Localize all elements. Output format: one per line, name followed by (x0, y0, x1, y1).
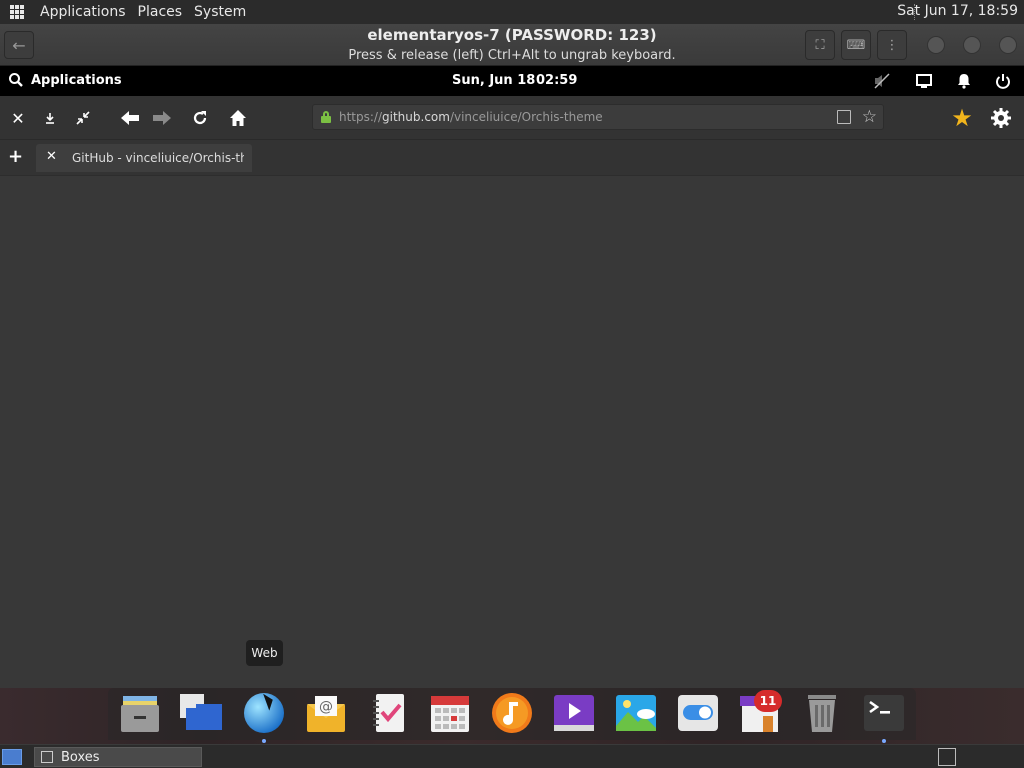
dock-files[interactable] (119, 692, 161, 734)
taskbar-boxes-window[interactable]: Boxes (34, 747, 202, 767)
boxes-app-icon (41, 751, 53, 763)
dock-multitasking-view[interactable] (180, 692, 222, 734)
lock-icon (321, 111, 331, 123)
host-clock[interactable]: Sat Jun 17, 18:59 (897, 3, 1018, 19)
dock-tooltip: Web (246, 640, 283, 666)
url-host: github.com (382, 110, 450, 124)
browser-toolbar: ✕ https://github.com/vinceliuice/Orchis-… (0, 96, 1024, 140)
keyboard-icon: ⌨ (846, 37, 866, 53)
videos-icon (554, 695, 594, 731)
running-indicator (262, 739, 266, 743)
menu-button[interactable]: ⋮ (877, 30, 907, 60)
tab-bar: + ✕ GitHub - vinceliuice/Orchis-theme (0, 140, 1024, 176)
dock-photos[interactable] (615, 692, 657, 734)
close-window-button[interactable] (999, 36, 1017, 54)
reader-mode-icon[interactable] (837, 110, 851, 124)
svg-text:@: @ (319, 699, 333, 715)
guest-date[interactable]: Sun, Jun 18 (452, 73, 535, 88)
url-bar[interactable]: https://github.com/vinceliuice/Orchis-th… (312, 104, 884, 130)
mail-icon: @ (307, 696, 345, 732)
maximize-button[interactable] (963, 36, 981, 54)
calendar-icon (431, 696, 469, 732)
unfullscreen-icon[interactable] (71, 106, 95, 130)
url-path: /vinceliuice/Orchis-theme (449, 110, 603, 124)
tasks-icon (373, 694, 404, 732)
keyboard-button[interactable]: ⌨ (841, 30, 871, 60)
multitasking-view-icon (180, 694, 222, 730)
navigate-back-icon[interactable] (118, 106, 142, 130)
dock-mail[interactable]: @ (305, 692, 347, 734)
show-desktop-icon[interactable] (2, 749, 22, 765)
web-content[interactable] (0, 176, 1024, 688)
settings-toggle-icon (678, 695, 718, 731)
search-icon (9, 73, 23, 87)
music-icon (492, 693, 532, 733)
url-scheme: https:// (339, 110, 383, 124)
navigate-forward-icon[interactable] (150, 106, 174, 130)
new-tab-plus-icon[interactable]: + (8, 146, 23, 167)
tab-github[interactable]: ✕ GitHub - vinceliuice/Orchis-theme (36, 144, 252, 172)
sound-muted-icon[interactable] (873, 72, 891, 90)
dock-system-settings[interactable] (677, 692, 719, 734)
guest-applications-menu[interactable]: Applications (8, 72, 122, 88)
host-top-panel: Applications Places System Sat Jun 17, 1… (0, 0, 1024, 24)
apps-grid-icon[interactable] (10, 5, 24, 19)
dock-terminal[interactable] (863, 692, 905, 734)
download-icon[interactable] (38, 106, 62, 130)
dock-music[interactable] (491, 692, 533, 734)
dock-calendar[interactable] (429, 692, 471, 734)
host-taskbar: Boxes (0, 744, 1024, 768)
taskbar-task-label: Boxes (61, 749, 100, 765)
dock-videos[interactable] (553, 692, 595, 734)
reload-icon[interactable] (188, 106, 212, 130)
workspace-switcher-icon[interactable] (938, 748, 956, 766)
host-menu-system[interactable]: System (188, 4, 252, 20)
bookmark-star-icon[interactable]: ☆ (862, 107, 877, 127)
trash-icon (808, 695, 836, 732)
boxes-header-bar: ← elementaryos-7 (PASSWORD: 123) Press &… (0, 24, 1024, 66)
guest-applications-label: Applications (31, 72, 122, 88)
photos-icon (616, 695, 656, 731)
notifications-bell-icon[interactable] (955, 72, 973, 90)
home-icon[interactable] (226, 106, 250, 130)
tab-title: GitHub - vinceliuice/Orchis-theme (72, 151, 244, 165)
fullscreen-icon: ⛶ (815, 37, 825, 53)
settings-gear-icon[interactable] (989, 106, 1013, 130)
bookmarks-star-icon[interactable]: ★ (950, 104, 974, 132)
appcenter-updates-badge: 11 (754, 690, 782, 712)
dock-tasks[interactable] (368, 692, 410, 734)
tab-close-icon[interactable]: ✕ (46, 149, 57, 164)
files-icon (121, 696, 159, 732)
running-indicator (882, 739, 886, 743)
minimize-button[interactable] (927, 36, 945, 54)
terminal-icon (864, 695, 904, 731)
dock-trash[interactable] (801, 692, 843, 734)
kebab-menu-icon: ⋮ (885, 37, 899, 53)
display-icon[interactable] (915, 72, 933, 90)
guest-time[interactable]: 02:59 (536, 73, 577, 88)
guest-top-panel: Applications Sun, Jun 18 02:59 (0, 66, 1024, 96)
host-menu-places[interactable]: Places (132, 4, 189, 20)
close-icon[interactable]: ✕ (6, 106, 30, 130)
host-menu-applications[interactable]: Applications (34, 4, 132, 20)
fullscreen-button[interactable]: ⛶ (805, 30, 835, 60)
power-icon[interactable] (994, 72, 1012, 90)
